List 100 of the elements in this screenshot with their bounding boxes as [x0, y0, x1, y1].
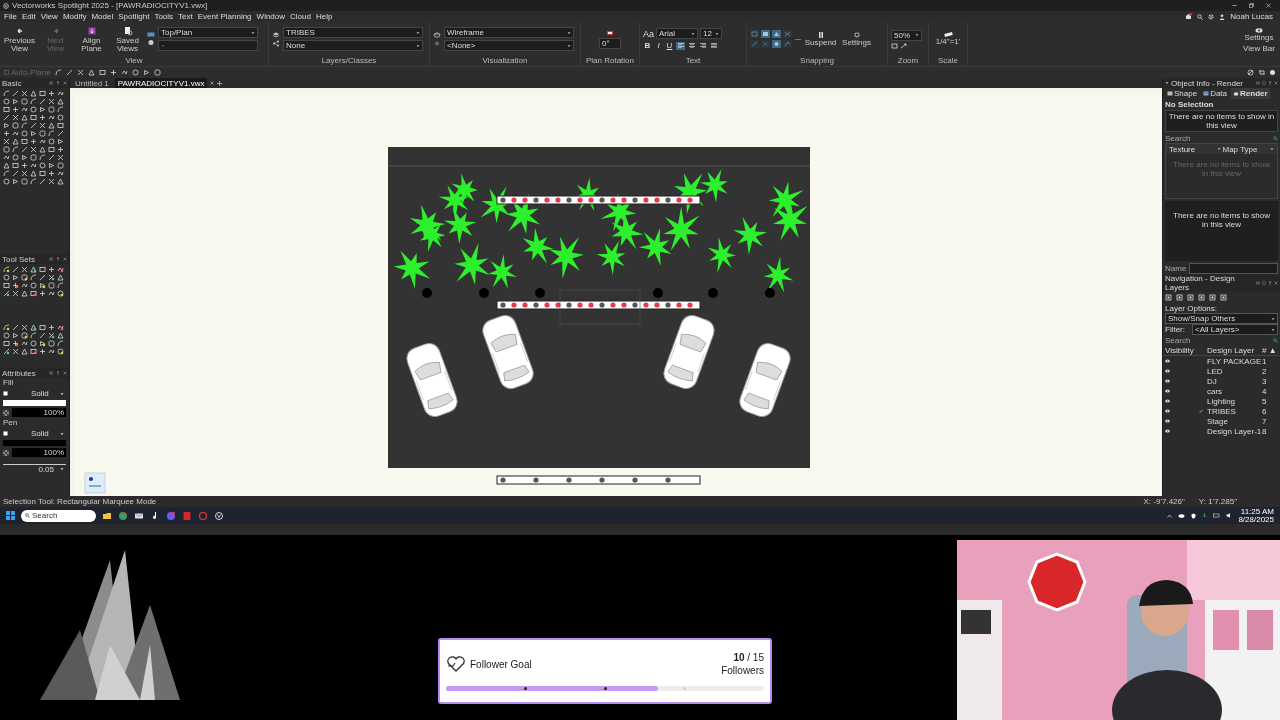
document-app-icon[interactable] — [182, 510, 192, 521]
menu-item[interactable]: Text — [178, 12, 193, 21]
text-align-button[interactable] — [676, 41, 685, 50]
tool-icon[interactable] — [76, 69, 84, 76]
text-style-button[interactable]: B — [643, 41, 652, 50]
volume-icon[interactable] — [1226, 513, 1233, 518]
scale-button[interactable]: 1/4"=1' — [930, 32, 966, 46]
crop-icon[interactable] — [1258, 69, 1265, 76]
tool-icon[interactable] — [12, 282, 19, 289]
tool-icon[interactable] — [48, 274, 55, 281]
tool-icon[interactable] — [48, 98, 55, 105]
search-icon[interactable] — [1197, 13, 1204, 20]
search-icon[interactable] — [1273, 135, 1278, 141]
menu-item[interactable]: Model — [91, 12, 114, 21]
render-mode-dropdown[interactable]: Wireframe — [444, 27, 574, 38]
menu-item[interactable]: Modify — [62, 12, 87, 21]
snap-toggle[interactable] — [761, 30, 770, 38]
minimize-icon[interactable] — [1232, 3, 1237, 8]
plan-rotation-icon[interactable] — [606, 29, 614, 36]
tool-icon[interactable] — [12, 348, 19, 355]
app-logo-icon[interactable] — [214, 510, 224, 521]
chevron-up-icon[interactable] — [1167, 513, 1173, 518]
eye-icon[interactable] — [1165, 429, 1170, 433]
tool-icon[interactable] — [30, 290, 37, 297]
tool-icon[interactable] — [30, 348, 37, 355]
tool-icon[interactable] — [21, 170, 28, 177]
snap-toggle[interactable] — [761, 40, 770, 48]
color-swatch-icon[interactable] — [3, 391, 8, 396]
layer-name[interactable]: Stage — [1207, 416, 1262, 426]
start-icon[interactable] — [6, 511, 15, 520]
tool-icon[interactable] — [109, 69, 117, 76]
document-tab[interactable]: Untitled 1 — [72, 78, 112, 88]
text-style-button[interactable]: U — [665, 41, 674, 50]
menu-item[interactable]: Cloud — [290, 12, 311, 21]
download-icon[interactable] — [1202, 512, 1208, 519]
color-swatch-icon[interactable] — [3, 431, 8, 436]
class-dropdown[interactable]: None — [283, 40, 423, 51]
tool-icon[interactable] — [21, 266, 28, 273]
menu-item[interactable]: View — [40, 12, 58, 21]
name-field[interactable] — [1189, 263, 1278, 274]
tool-icon[interactable] — [48, 170, 55, 177]
suspend-button[interactable]: Suspend — [804, 31, 837, 47]
settings-icon[interactable] — [1208, 13, 1215, 20]
font-size-dropdown[interactable]: 12 — [700, 28, 722, 39]
tool-icon[interactable] — [39, 348, 46, 355]
menu-item[interactable]: Event Planning — [197, 12, 252, 21]
layer-name[interactable]: DJ — [1207, 376, 1262, 386]
line-weight-dropdown[interactable]: 0.05 — [3, 463, 66, 474]
tool-icon[interactable] — [12, 114, 19, 121]
snap-toggle[interactable] — [772, 30, 781, 38]
tool-icon[interactable] — [48, 178, 55, 185]
tool-icon[interactable] — [12, 106, 19, 113]
add-tab-icon[interactable] — [217, 80, 223, 86]
column-header[interactable]: # ▲ — [1262, 345, 1278, 355]
tool-icon[interactable] — [3, 266, 10, 273]
fit-objects-icon[interactable] — [900, 42, 907, 49]
tool-icon[interactable] — [48, 324, 55, 331]
pen-opacity-field[interactable]: 100% — [12, 448, 66, 457]
tool-icon[interactable] — [39, 122, 46, 129]
tool-icon[interactable] — [39, 282, 46, 289]
tool-icon[interactable] — [57, 266, 64, 273]
clock-time[interactable]: 11:25 AM — [1240, 507, 1274, 516]
zoom-dropdown[interactable]: 50% — [891, 29, 922, 41]
folder-icon[interactable] — [102, 510, 112, 521]
tool-icon[interactable] — [21, 324, 28, 331]
layer-name[interactable]: Design Layer-1 — [1207, 426, 1262, 436]
tool-icon[interactable] — [57, 324, 64, 331]
text-align-button[interactable] — [687, 41, 696, 50]
tool-icon[interactable] — [30, 324, 37, 331]
fill-style-dropdown[interactable]: Solid — [11, 389, 66, 398]
tool-icon[interactable] — [21, 274, 28, 281]
pattern-swatch-icon[interactable] — [3, 449, 9, 456]
lighting-option-dropdown[interactable]: <None> — [444, 40, 574, 51]
close-icon[interactable] — [1266, 3, 1271, 8]
eye-icon[interactable] — [1165, 409, 1170, 413]
panel-tab[interactable]: Shape — [1165, 88, 1200, 99]
hide-details-icon[interactable] — [1247, 69, 1254, 76]
shield-icon[interactable] — [1191, 512, 1197, 519]
snap-toggle[interactable] — [772, 40, 781, 48]
view-button[interactable]: Previous View — [3, 25, 36, 53]
battery-icon[interactable] — [1213, 513, 1221, 518]
tool-icon[interactable] — [30, 266, 37, 273]
view-button[interactable]: Align Plane — [75, 25, 108, 53]
view-button[interactable]: Saved Views — [111, 25, 144, 53]
restore-icon[interactable] — [1249, 3, 1254, 8]
tool-icon[interactable] — [39, 290, 46, 297]
cloud-icon[interactable] — [1178, 513, 1186, 518]
tool-icon[interactable] — [3, 324, 10, 331]
filter-dropdown[interactable]: <All Layers> — [1192, 324, 1278, 335]
snap-settings-button[interactable]: Settings — [840, 31, 873, 47]
user-icon[interactable] — [1219, 13, 1226, 20]
home-icon[interactable] — [1185, 13, 1193, 20]
tool-icon[interactable] — [3, 130, 10, 137]
font-dropdown[interactable]: Arial — [656, 28, 698, 39]
column-header[interactable]: Design Layer — [1207, 345, 1262, 355]
document-tab[interactable]: PAWRADIOCITYV1.vwx — [114, 78, 208, 88]
tool-icon[interactable] — [39, 114, 46, 121]
search-icon[interactable] — [1273, 337, 1278, 343]
fill-opacity-field[interactable]: 100% — [12, 408, 66, 417]
layer-name[interactable]: Lighting — [1207, 396, 1262, 406]
